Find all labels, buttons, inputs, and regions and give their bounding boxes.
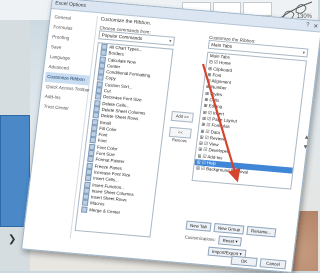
ribbon-tabs-list[interactable]: Main Tabs ⊟ ☑ Home ⊞ Clipboard ⊞ Font ⊞ Alig…: [191, 51, 308, 190]
move-buttons: ▲ ▼: [302, 134, 310, 154]
choose-commands-value: Popular Commands: [101, 32, 143, 42]
command-label: Merge & Center: [89, 206, 121, 215]
new-tab-button[interactable]: New Tab: [185, 220, 212, 232]
command-label: Font: [98, 131, 108, 138]
chevron-right-icon: ❯: [8, 234, 17, 245]
command-label: Font: [97, 138, 107, 144]
excel-options-dialog: Excel Options ? ✕ General Formulas Proof…: [21, 0, 320, 273]
command-label: Email: [99, 119, 112, 126]
command-label: Center: [106, 63, 121, 70]
move-down-icon[interactable]: ▼: [302, 144, 309, 154]
command-label: Macros: [89, 200, 105, 207]
customize-ribbon-panel: Customize the Ribbon. Choose commands fr…: [74, 16, 316, 259]
new-group-button[interactable]: New Group: [213, 223, 245, 235]
dialog-title: Excel Options: [54, 0, 87, 9]
reset-button[interactable]: Reset ▾: [218, 235, 243, 247]
move-up-icon[interactable]: ▲: [303, 134, 310, 144]
cancel-button[interactable]: Cancel: [259, 258, 287, 270]
customizations-label: Customizations:: [184, 234, 217, 243]
ribbon-column: Customize the Ribbon: ▾ Main Tabs Main Ta…: [191, 32, 310, 190]
remove-button[interactable]: << Remove: [168, 126, 192, 143]
chevron-down-icon: ▾: [168, 38, 172, 44]
help-icon[interactable]: ?: [306, 22, 310, 28]
add-remove-buttons: Add >> << Remove: [168, 110, 194, 145]
command-label: Cut: [103, 88, 112, 94]
customize-ribbon-value: Main Tabs: [210, 42, 233, 49]
command-label: Copy: [105, 75, 116, 82]
close-icon[interactable]: ✕: [313, 22, 319, 29]
ok-button[interactable]: OK: [230, 255, 258, 267]
command-icon: [80, 206, 88, 213]
command-label: Borders: [108, 50, 125, 57]
chevron-down-icon: ▾: [302, 50, 306, 56]
add-button[interactable]: Add >>: [170, 110, 194, 123]
rename-button[interactable]: Rename...: [246, 225, 276, 238]
